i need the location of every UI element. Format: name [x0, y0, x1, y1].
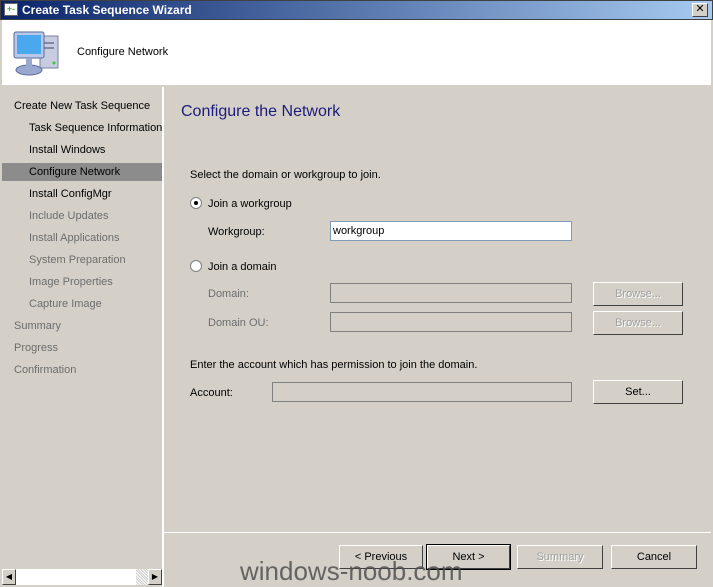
sidebar-item[interactable]: Capture Image	[2, 295, 162, 313]
watermark: windows-noob.com	[240, 556, 463, 586]
account-label: Account:	[190, 387, 233, 399]
close-button[interactable]: ✕	[692, 3, 708, 17]
account-input[interactable]	[272, 382, 572, 402]
set-button[interactable]: Set...	[593, 380, 683, 404]
domain-radio[interactable]	[190, 260, 202, 272]
app-icon: +-	[4, 3, 18, 16]
browse-ou-button[interactable]: Browse...	[593, 311, 683, 335]
sidebar-item[interactable]: Progress	[2, 339, 162, 357]
sidebar-item[interactable]: Include Updates	[2, 207, 162, 225]
sidebar-item[interactable]: System Preparation	[2, 251, 162, 269]
workgroup-label: Workgroup:	[208, 226, 265, 238]
sidebar-item[interactable]: Image Properties	[2, 273, 162, 291]
computer-icon	[13, 31, 59, 76]
page-title: Configure the Network	[181, 103, 341, 120]
scroll-right-icon[interactable]: ▶	[148, 569, 162, 585]
workgroup-input[interactable]: workgroup	[330, 221, 572, 241]
sidebar-item[interactable]: Create New Task Sequence	[2, 97, 162, 115]
sidebar-item[interactable]: Install ConfigMgr	[2, 185, 162, 203]
domain-ou-label: Domain OU:	[208, 317, 269, 329]
sidebar-item[interactable]: Confirmation	[2, 361, 162, 379]
account-instruction: Enter the account which has permission t…	[190, 359, 478, 371]
sidebar-item[interactable]: Summary	[2, 317, 162, 335]
cancel-button[interactable]: Cancel	[611, 545, 697, 569]
scroll-thumb[interactable]	[136, 569, 148, 585]
sidebar-item[interactable]: Install Windows	[2, 141, 162, 159]
domain-radio-label[interactable]: Join a domain	[208, 261, 277, 273]
domain-input[interactable]	[330, 283, 572, 303]
workgroup-radio-label[interactable]: Join a workgroup	[208, 198, 292, 210]
summary-button[interactable]: Summary	[517, 545, 603, 569]
instruction-text: Select the domain or workgroup to join.	[190, 169, 381, 181]
domain-label: Domain:	[208, 288, 249, 300]
divider	[162, 87, 164, 587]
sidebar-item[interactable]: Install Applications	[2, 229, 162, 247]
sidebar-item[interactable]: Configure Network	[2, 163, 162, 181]
domain-ou-input[interactable]	[330, 312, 572, 332]
scroll-left-icon[interactable]: ◀	[2, 569, 16, 585]
browse-domain-button[interactable]: Browse...	[593, 282, 683, 306]
window-title: Create Task Sequence Wizard	[22, 3, 192, 17]
wizard-header: Configure Network	[2, 20, 711, 85]
header-text: Configure Network	[77, 46, 169, 58]
workgroup-radio[interactable]	[190, 197, 202, 209]
horizontal-scrollbar[interactable]: ◀ ▶	[2, 569, 162, 585]
sidebar-item[interactable]: Task Sequence Information	[2, 119, 162, 137]
footer-divider	[164, 532, 711, 533]
